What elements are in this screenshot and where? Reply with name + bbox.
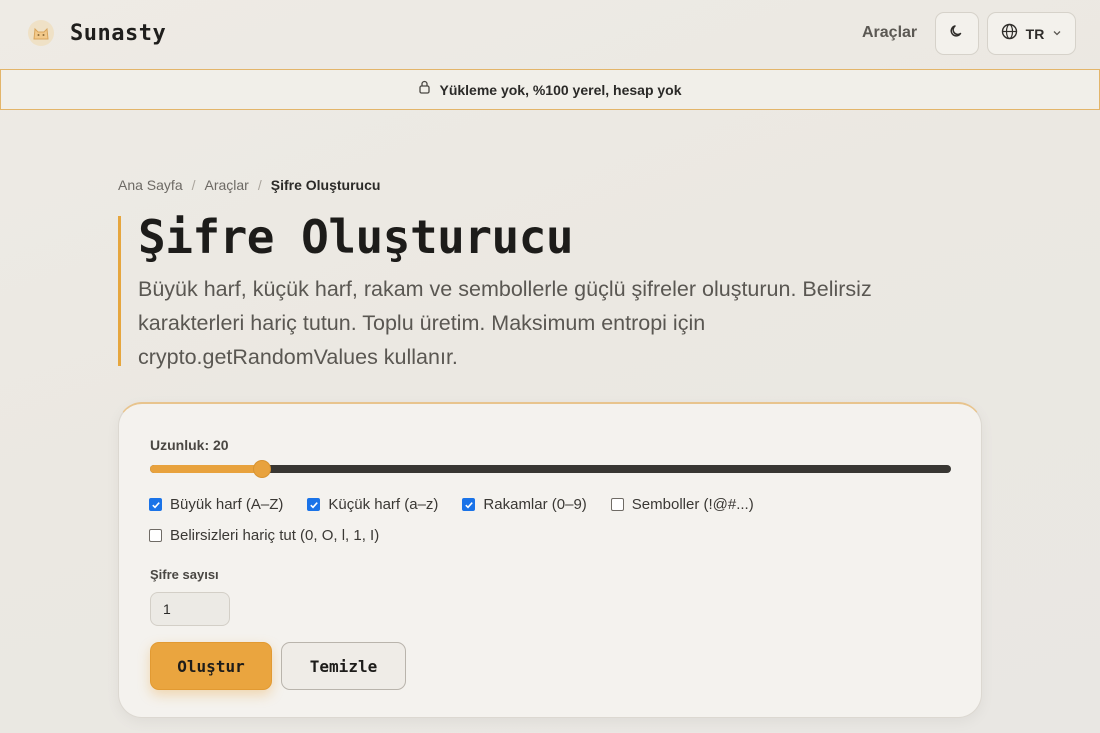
option-label: Büyük harf (A–Z) xyxy=(170,496,284,513)
breadcrumb-tools[interactable]: Araçlar xyxy=(205,177,249,193)
top-bar: Sunasty Araçlar TR xyxy=(0,0,1100,68)
nav-tools-link[interactable]: Araçlar xyxy=(862,24,917,42)
moon-icon xyxy=(949,23,965,44)
brand[interactable]: Sunasty xyxy=(26,18,166,48)
options-row-2: Belirsizleri hariç tut (0, O, l, 1, I) xyxy=(149,527,379,544)
option-exclude-ambiguous[interactable]: Belirsizleri hariç tut (0, O, l, 1, I) xyxy=(149,527,379,544)
options-row: Büyük harf (A–Z) Küçük harf (a–z) Rakaml… xyxy=(149,496,754,513)
option-label: Semboller (!@#...) xyxy=(631,496,754,513)
checkbox[interactable] xyxy=(149,529,162,542)
breadcrumb: Ana Sayfa / Araçlar / Şifre Oluşturucu xyxy=(118,177,380,193)
option-digits[interactable]: Rakamlar (0–9) xyxy=(462,496,587,513)
generate-button[interactable]: Oluştur xyxy=(150,642,272,690)
length-label: Uzunluk: 20 xyxy=(150,437,229,453)
brand-name: Sunasty xyxy=(70,20,167,46)
lock-icon xyxy=(418,80,431,99)
page-title: Şifre Oluşturucu xyxy=(138,210,574,264)
count-label: Şifre sayısı xyxy=(150,567,219,582)
checkbox[interactable] xyxy=(462,498,476,511)
breadcrumb-home[interactable]: Ana Sayfa xyxy=(118,177,183,193)
option-uppercase[interactable]: Büyük harf (A–Z) xyxy=(149,496,283,513)
globe-icon xyxy=(1001,23,1018,45)
breadcrumb-current: Şifre Oluşturucu xyxy=(270,177,381,193)
page-description: Büyük harf, küçük harf, rakam ve semboll… xyxy=(138,277,872,369)
slider-fill xyxy=(150,465,263,473)
option-lowercase[interactable]: Küçük harf (a–z) xyxy=(307,496,438,513)
privacy-text: Yükleme yok, %100 yerel, hesap yok xyxy=(439,81,682,98)
clear-button[interactable]: Temizle xyxy=(281,642,406,690)
count-input[interactable]: 1 xyxy=(150,592,230,626)
checkbox[interactable] xyxy=(149,498,162,511)
generator-card: Uzunluk: 20 Büyük harf (A–Z) Küçük harf … xyxy=(118,402,982,718)
hero: Şifre Oluşturucu Büyük harf, küçük harf,… xyxy=(118,210,918,369)
chevron-down-icon xyxy=(1052,25,1062,43)
option-symbols[interactable]: Semboller (!@#...) xyxy=(610,496,754,513)
slider-thumb[interactable] xyxy=(254,461,271,477)
option-label: Belirsizleri hariç tut (0, O, l, 1, I) xyxy=(170,527,380,544)
breadcrumb-separator: / xyxy=(191,177,196,193)
breadcrumb-separator: / xyxy=(257,177,262,193)
option-label: Rakamlar (0–9) xyxy=(483,496,587,513)
option-label: Küçük harf (a–z) xyxy=(328,496,439,513)
length-slider[interactable] xyxy=(150,461,951,477)
theme-toggle-button[interactable] xyxy=(935,12,979,55)
language-code: TR xyxy=(1025,25,1045,42)
checkbox[interactable] xyxy=(610,498,624,511)
checkbox[interactable] xyxy=(307,498,321,511)
language-select[interactable]: TR xyxy=(987,12,1076,55)
privacy-banner: Yükleme yok, %100 yerel, hesap yok xyxy=(0,69,1100,110)
cat-logo-icon xyxy=(26,18,56,48)
